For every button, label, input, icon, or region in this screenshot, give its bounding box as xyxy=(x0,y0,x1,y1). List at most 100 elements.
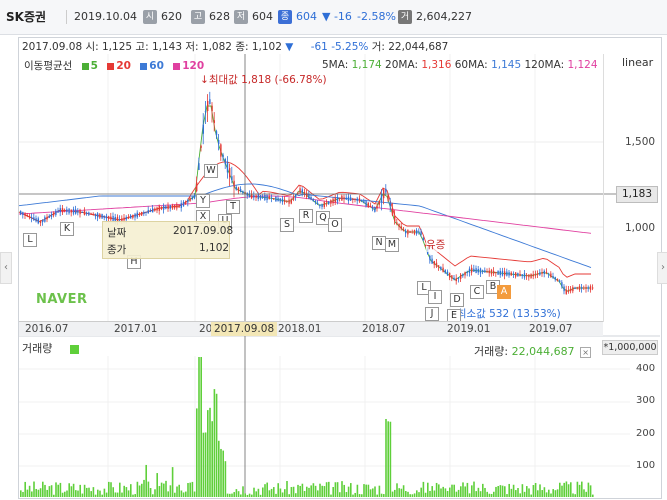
volume-bar xyxy=(39,488,42,497)
volume-bar xyxy=(468,493,471,497)
candle-body xyxy=(66,209,68,212)
candle-body xyxy=(143,212,145,215)
candle-body xyxy=(589,286,592,290)
x-tick-2016-07: 2016.07 xyxy=(25,323,69,335)
volume-bar xyxy=(501,485,504,497)
event-flag-o[interactable]: O xyxy=(328,218,342,232)
candle-body xyxy=(572,287,574,292)
candle-body xyxy=(501,270,504,276)
volume-bar xyxy=(589,485,592,497)
candle-body xyxy=(79,209,81,215)
volume-bar xyxy=(167,491,169,497)
event-flag-d[interactable]: D xyxy=(450,293,464,307)
candle-body xyxy=(257,194,259,199)
volume-bar xyxy=(526,486,528,497)
tooltip-close-label: 종가 xyxy=(107,244,127,256)
volume-bar xyxy=(563,482,565,497)
scroll-right-chevron-icon[interactable]: › xyxy=(657,252,667,284)
volume-bar xyxy=(290,487,293,497)
event-flag-i[interactable]: I xyxy=(428,290,442,304)
candle-body xyxy=(438,265,440,268)
volume-bar xyxy=(281,492,284,497)
volume-bar xyxy=(446,490,449,497)
volume-bar xyxy=(138,485,141,497)
volume-bar xyxy=(310,485,312,497)
volume-bar xyxy=(561,485,563,497)
candle-body xyxy=(556,278,559,281)
volume-bar xyxy=(334,482,337,497)
volume-bar xyxy=(226,493,229,497)
candle-body xyxy=(484,270,486,273)
time-axis[interactable]: 2016.07 2017.01 20 2017.09.08 2018.01 20… xyxy=(19,321,603,336)
volume-bar xyxy=(567,484,570,497)
event-flag-n[interactable]: N xyxy=(372,236,386,250)
volume-bar xyxy=(409,494,411,497)
volume-bar xyxy=(160,482,163,497)
event-flag-j[interactable]: J xyxy=(425,307,439,321)
event-flag-y[interactable]: Y xyxy=(196,194,210,208)
candle-body xyxy=(521,274,523,277)
ma5-label[interactable]: 5 xyxy=(91,60,98,72)
event-flag-r[interactable]: R xyxy=(299,209,313,223)
candle-body xyxy=(136,212,138,218)
volume-bar xyxy=(53,494,55,497)
candle-body xyxy=(198,163,200,170)
candle-body xyxy=(486,271,488,273)
ma120-label[interactable]: 120 xyxy=(182,60,204,72)
ma60-swatch-icon xyxy=(140,62,148,70)
event-flag-w[interactable]: W xyxy=(204,164,218,178)
volume-bar xyxy=(484,487,486,497)
volume-bar xyxy=(457,489,460,497)
candle-body xyxy=(583,287,585,289)
price-chart[interactable] xyxy=(0,0,667,500)
event-flag-t[interactable]: T xyxy=(226,200,240,214)
volume-bar xyxy=(385,418,387,497)
close-icon[interactable]: × xyxy=(580,346,592,358)
candle-body xyxy=(22,212,24,216)
candle-body xyxy=(264,194,266,200)
candle-body xyxy=(64,209,66,211)
candle-body xyxy=(310,196,312,200)
event-flag-k[interactable]: K xyxy=(60,222,74,236)
candle-body xyxy=(330,200,332,204)
volume-bar xyxy=(565,481,568,497)
volume-bar xyxy=(493,491,495,497)
candle-body xyxy=(416,230,418,234)
ma-legend[interactable]: 이동평균선 5 20 60 120 xyxy=(24,58,204,73)
volume-bar xyxy=(68,483,70,497)
scroll-left-chevron-icon[interactable]: ‹ xyxy=(0,252,12,284)
volume-bar xyxy=(114,492,117,497)
volume-bar xyxy=(163,483,165,497)
candle-body xyxy=(33,217,35,221)
volume-bar xyxy=(438,484,440,497)
event-flag-l[interactable]: L xyxy=(23,233,37,247)
ma20-label[interactable]: 20 xyxy=(116,60,131,72)
scale-mode-toggle[interactable]: linear xyxy=(622,56,653,69)
candle-body xyxy=(581,287,583,289)
candle-body xyxy=(411,231,413,233)
volume-bar xyxy=(101,494,103,497)
ma60-label[interactable]: 60 xyxy=(149,60,164,72)
candle-body xyxy=(53,213,55,216)
candle-body xyxy=(237,187,240,192)
event-flag-m[interactable]: M xyxy=(385,238,399,252)
candle-body xyxy=(488,270,490,274)
event-flag-s[interactable]: S xyxy=(280,218,294,232)
candle-body xyxy=(356,198,358,201)
chart-grid xyxy=(18,54,660,497)
volume-bar xyxy=(369,489,372,497)
event-label-rights-offering[interactable]: 유증 xyxy=(426,237,446,252)
volume-bar xyxy=(231,493,233,497)
candle-body xyxy=(196,182,198,192)
candle-body xyxy=(299,188,301,194)
volume-bar xyxy=(169,485,172,497)
event-flag-c[interactable]: C xyxy=(470,285,484,299)
volume-bar xyxy=(341,481,343,497)
volume-bar xyxy=(453,484,455,497)
ma60-readout-label: 60MA: xyxy=(454,59,488,71)
candle-body xyxy=(240,189,242,193)
event-flag-a[interactable]: A xyxy=(497,285,511,299)
volume-bar xyxy=(391,491,394,497)
volume-bar xyxy=(178,484,180,497)
candle-body xyxy=(405,230,407,234)
